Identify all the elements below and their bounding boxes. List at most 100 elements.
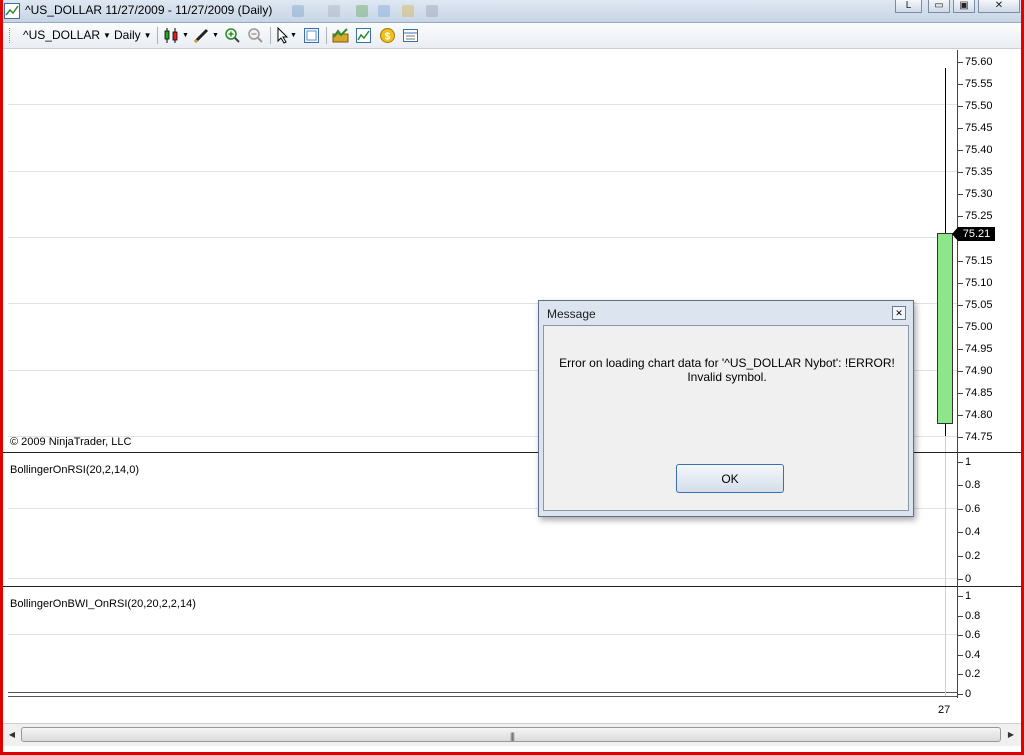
data-box-icon[interactable] [303, 27, 320, 44]
titlebar-deco-icon [426, 5, 438, 17]
instrument-label: ^US_DOLLAR [23, 28, 100, 42]
axis-tick [958, 305, 963, 306]
chart-toolbar: ^US_DOLLAR ▼ Daily ▼ ▼ ▼ ▼ $ [3, 23, 1021, 49]
axis-tick-label: 0.8 [965, 610, 981, 622]
axis-tick-label: 0.2 [965, 550, 981, 562]
axis-tick [958, 194, 963, 195]
indicator-label-bollinger-bwi: BollingerOnBWI_OnRSI(20,20,2,2,14) [10, 598, 196, 610]
titlebar-deco-icon [328, 5, 340, 17]
axis-tick [958, 371, 963, 372]
scroll-left-button[interactable]: ◀ [4, 727, 20, 743]
toolbar-grip[interactable] [9, 28, 12, 43]
x-axis-line [8, 696, 957, 697]
svg-text:$: $ [385, 32, 391, 43]
close-window-button[interactable]: ✕ [978, 0, 1020, 13]
axis-tick-label: 75.45 [965, 122, 993, 134]
axis-tick-label: 74.90 [965, 365, 993, 377]
dialog-title: Message [547, 307, 596, 321]
indicator-axis-line [957, 586, 958, 698]
axis-tick [958, 62, 963, 63]
grid-line [8, 171, 957, 172]
axis-tick-label: 0.6 [965, 503, 981, 515]
axis-tick-label: 75.60 [965, 56, 993, 68]
axis-tick [958, 674, 963, 675]
axis-tick-label: 0.8 [965, 479, 981, 491]
toolbar-separator [157, 27, 158, 44]
bar-time-line [945, 436, 946, 696]
axis-tick [958, 509, 963, 510]
strategies-icon[interactable]: $ [379, 27, 396, 44]
instrument-selector[interactable]: ^US_DOLLAR ▼ [23, 28, 111, 42]
minimize-button[interactable]: ▭ [928, 0, 950, 13]
axis-tick-label: 0.4 [965, 526, 981, 538]
zoom-in-icon[interactable] [224, 27, 241, 44]
scroll-right-button[interactable]: ▶ [1003, 727, 1019, 743]
indicators-icon[interactable] [355, 27, 372, 44]
window-title-bar[interactable]: ^US_DOLLAR 11/27/2009 - 11/27/2009 (Dail… [0, 0, 1024, 23]
chevron-down-icon: ▼ [143, 31, 152, 40]
message-dialog[interactable]: Message ✕ Error on loading chart data fo… [538, 300, 914, 517]
indicator-label-bollinger-rsi: BollingerOnRSI(20,2,14,0) [10, 464, 140, 476]
candlestick-style-icon[interactable] [163, 27, 180, 44]
axis-tick-label: 75.00 [965, 321, 993, 333]
axis-tick-label: 1 [965, 456, 972, 468]
x-axis-date-label: 27 [938, 704, 951, 716]
chevron-down-icon[interactable]: ▼ [182, 32, 189, 39]
axis-tick [958, 283, 963, 284]
axis-tick [958, 635, 963, 636]
axis-tick [958, 84, 963, 85]
axis-tick-label: 74.85 [965, 387, 993, 399]
grid-line [8, 634, 957, 635]
ok-button[interactable]: OK [676, 464, 784, 493]
axis-tick-label: 0.6 [965, 629, 981, 641]
x-axis-line [8, 692, 957, 693]
drawing-tool-icon[interactable] [193, 27, 210, 44]
axis-tick-label: 0.4 [965, 649, 981, 661]
axis-tick-label: 74.95 [965, 343, 993, 355]
interval-label: Daily [114, 28, 141, 42]
interval-selector[interactable]: Daily ▼ [114, 28, 152, 42]
axis-tick [958, 349, 963, 350]
axis-tick-label: 74.75 [965, 431, 993, 443]
dialog-close-button[interactable]: ✕ [892, 306, 906, 320]
last-price-tag: 75.21 [952, 227, 995, 241]
maximize-button[interactable]: ▣ [953, 0, 975, 13]
axis-tick [958, 437, 963, 438]
chart-properties-icon[interactable] [332, 27, 349, 44]
titlebar-deco-icon [378, 5, 390, 17]
axis-tick [958, 128, 963, 129]
window-title: ^US_DOLLAR 11/27/2009 - 11/27/2009 (Dail… [25, 3, 273, 17]
axis-tick [958, 655, 963, 656]
axis-tick [958, 694, 963, 695]
axis-tick-label: 75.50 [965, 100, 993, 112]
dialog-body: Error on loading chart data for '^US_DOL… [543, 325, 909, 511]
axis-tick [958, 579, 963, 580]
link-button[interactable]: L [895, 0, 922, 13]
zoom-out-icon[interactable] [247, 27, 264, 44]
chevron-down-icon[interactable]: ▼ [212, 32, 219, 39]
axis-tick [958, 532, 963, 533]
axis-tick [958, 415, 963, 416]
chart-app-icon [4, 3, 20, 19]
error-message: Error on loading chart data for '^US_DOL… [559, 356, 895, 384]
axis-tick [958, 485, 963, 486]
axis-tick-label: 75.10 [965, 277, 993, 289]
scroll-grip: ||| [510, 731, 515, 741]
axis-tick-label: 1 [965, 590, 972, 602]
axis-tick [958, 393, 963, 394]
titlebar-deco-icon [402, 5, 414, 17]
axis-tick-label: 75.25 [965, 210, 993, 222]
axis-tick [958, 216, 963, 217]
panel-separator[interactable] [3, 586, 1021, 587]
grid-line [8, 578, 957, 579]
scroll-thumb[interactable]: ||| [21, 727, 1001, 742]
candle-body[interactable] [937, 233, 953, 424]
axis-tick-label: 75.55 [965, 78, 993, 90]
axis-tick [958, 596, 963, 597]
data-table-icon[interactable] [402, 27, 419, 44]
toolbar-separator [326, 27, 327, 44]
horizontal-scrollbar[interactable]: ◀ ||| ▶ [3, 723, 1021, 746]
chevron-down-icon[interactable]: ▼ [290, 32, 297, 39]
axis-tick-label: 74.80 [965, 409, 993, 421]
toolbar-separator [270, 27, 271, 44]
